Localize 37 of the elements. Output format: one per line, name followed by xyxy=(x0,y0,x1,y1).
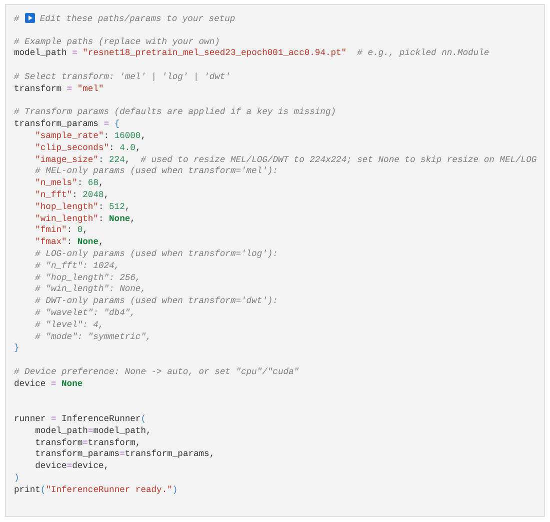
code-line: # Device preference: None -> auto, or set "cpu"/"cuda" xyxy=(14,366,300,379)
code-line: "n_mels": 68, xyxy=(34,178,104,190)
code-line: # MEL-only params (used when transform='mel'): xyxy=(34,166,278,178)
code-line: # LOG-only params (used when transform='log'): xyxy=(34,248,278,261)
code-line: # "win_length": None, xyxy=(34,284,146,296)
code-line: # "wavelet": "db4", xyxy=(34,308,136,320)
code-line: model_path = "resnet18_pretrain_mel_seed23_epoch001_acc0.94.pt" # e.g., pickled nn.Module xyxy=(14,48,490,60)
code-line: "win_length": None, xyxy=(34,214,136,226)
code-line: ) xyxy=(14,473,20,485)
code-line: "sample_rate": 16000, xyxy=(34,130,146,143)
code-line: "n_fft": 2048, xyxy=(34,190,110,202)
code-line: "clip_seconds": 4.0, xyxy=(34,142,141,155)
code-line: print("InferenceRunner ready.") xyxy=(14,484,178,497)
code-line: "fmax": None, xyxy=(34,237,104,249)
code-line: transform = "mel" xyxy=(14,84,104,96)
code-line: transform=transform, xyxy=(34,438,141,450)
code-line: transform_params=transform_params, xyxy=(34,449,215,462)
code-line: # Transform params (defaults are applied if a key is missing) xyxy=(14,107,336,120)
code-line: # "level": 4, xyxy=(34,320,104,332)
code-line: "image_size": 224, # used to resize MEL/LOG/DWT to 224x224; set None to skip resize on MEL/LOG xyxy=(34,154,537,166)
code-line: device = None xyxy=(14,378,83,390)
code-comment: # xyxy=(14,14,20,24)
code-line: # Example paths (replace with your own) xyxy=(14,36,220,48)
code-line: # "hop_length": 256, xyxy=(34,272,141,284)
play-icon xyxy=(24,13,35,23)
code-line: "hop_length": 512, xyxy=(34,202,130,214)
code-line: # DWT-only params (used when transform='dwt'): xyxy=(34,296,278,308)
code-line: device=device, xyxy=(34,461,110,474)
code-line: model_path=model_path, xyxy=(34,426,152,438)
code-line: "fmin": 0, xyxy=(34,225,88,238)
code-line: runner = InferenceRunner( xyxy=(14,414,146,426)
code-line: # Select transform: 'mel' | 'log' | 'dwt' xyxy=(14,72,230,84)
code-line: # "n_fft": 1024, xyxy=(34,260,120,273)
code-comment: Edit these paths/params to your setup xyxy=(38,14,236,24)
code-line: # "mode": "symmetric", xyxy=(34,332,152,344)
code-line: transform_params = { xyxy=(14,119,120,131)
code-line: } xyxy=(14,343,20,356)
